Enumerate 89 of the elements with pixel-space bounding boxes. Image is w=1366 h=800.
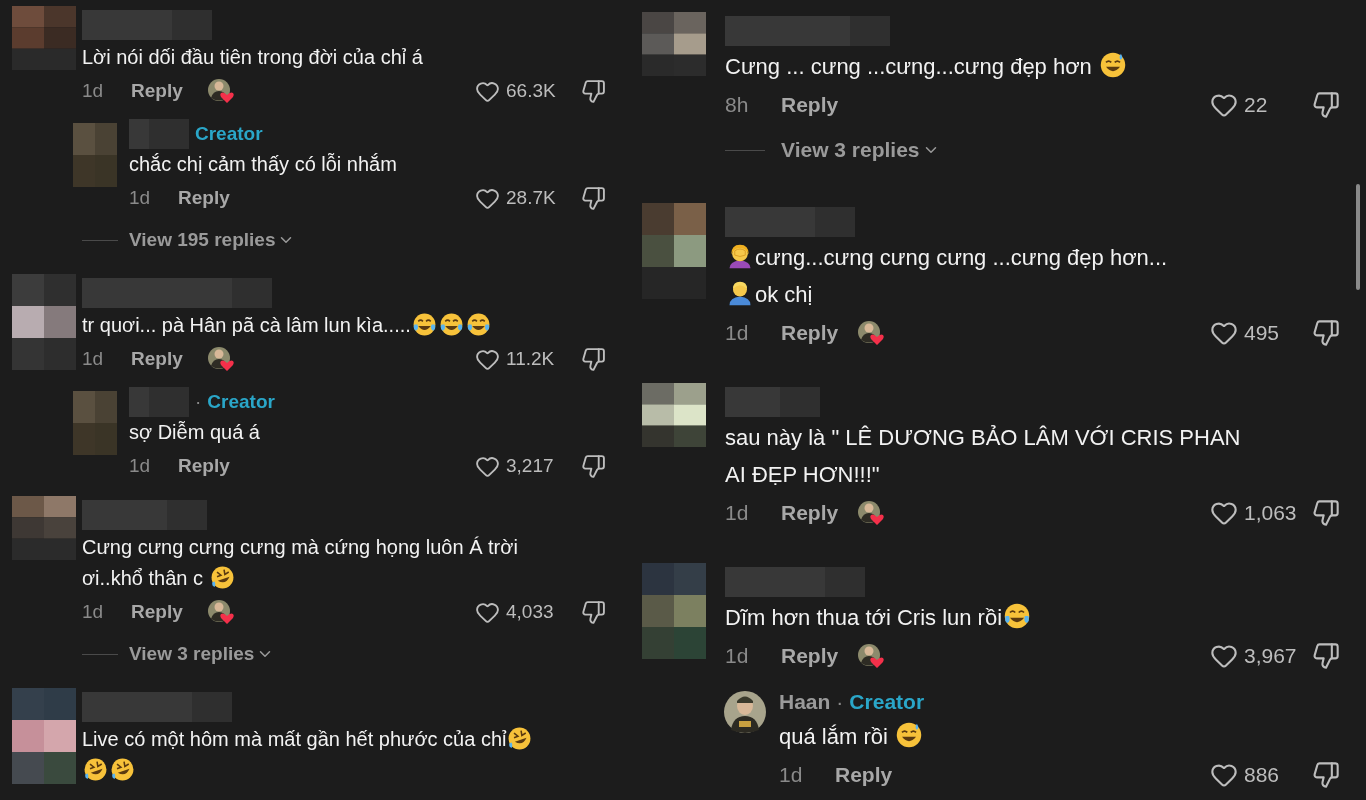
like-button[interactable]: 11.2K — [475, 344, 581, 374]
creator-liked-icon — [207, 599, 235, 625]
like-button[interactable]: 22 — [1210, 89, 1312, 121]
view-replies-button[interactable]: View 195 replies — [129, 225, 296, 255]
creator-liked-icon — [857, 643, 885, 669]
laughing-tears-emoji — [438, 312, 464, 337]
view-replies-button[interactable]: View 3 replies — [129, 639, 275, 669]
comment-text: quá lắm rồi — [779, 717, 1340, 755]
reply-button[interactable]: Reply — [178, 183, 254, 213]
dislike-button[interactable] — [581, 78, 606, 104]
dislike-button[interactable] — [1312, 760, 1340, 789]
thumbs-down-icon — [1312, 91, 1340, 119]
like-button[interactable]: 886 — [1210, 758, 1312, 791]
timestamp: 1d — [725, 643, 750, 670]
dislike-button[interactable] — [1312, 499, 1340, 527]
comment-text: tr quơi... pà Hân pã cà lâm lun kìa..... — [82, 310, 606, 341]
reply-button[interactable]: Reply — [781, 640, 857, 672]
reply-button[interactable]: Reply — [835, 758, 911, 791]
like-button[interactable]: 4,033 — [475, 597, 581, 627]
sweat-smile-emoji — [1098, 51, 1127, 79]
dislike-button[interactable] — [581, 346, 606, 372]
laughing-tears-emoji — [411, 312, 437, 337]
creator-liked-icon — [857, 500, 885, 526]
creator-liked-icon — [207, 346, 235, 372]
thumbs-down-icon — [581, 78, 606, 104]
like-button[interactable]: 1,063 — [1210, 497, 1312, 529]
dislike-button[interactable] — [581, 599, 606, 625]
timestamp: 1d — [129, 453, 152, 478]
like-button[interactable]: 495 — [1210, 317, 1312, 349]
separator: · — [836, 689, 844, 715]
comment-text: Cưng cưng cưng cưng mà cứng họng luôn Á trời ơi..khổ thân c — [82, 535, 519, 592]
dislike-button[interactable] — [581, 185, 606, 211]
rolling-laughing-emoji — [209, 565, 235, 590]
thumbs-down-icon — [581, 346, 606, 372]
comment-text: Dĩm hơn thua tới Cris lun rồi — [725, 599, 1340, 636]
reply-button[interactable]: Reply — [781, 89, 857, 121]
timestamp: 1d — [725, 500, 750, 527]
reply-button[interactable]: Reply — [781, 497, 857, 529]
like-button[interactable]: 66.3K — [475, 76, 581, 106]
timestamp: 1d — [779, 761, 804, 788]
like-button[interactable]: 3,217 — [475, 451, 581, 481]
like-button[interactable]: 28.7K — [475, 183, 581, 213]
dislike-button[interactable] — [1312, 642, 1340, 670]
view-replies-button[interactable]: View 3 replies — [781, 134, 940, 166]
rolling-laughing-emoji — [83, 757, 108, 782]
separator: · — [195, 389, 202, 414]
redacted-username — [129, 387, 189, 417]
thumbs-down-icon — [581, 453, 606, 479]
comment-text: Lời nói dối đầu tiên trong đời của chỉ á — [82, 45, 424, 70]
creator-label: Creator — [849, 689, 925, 715]
timestamp: 1d — [82, 78, 105, 103]
thumbs-down-icon — [1312, 642, 1340, 670]
redacted-username — [129, 119, 189, 149]
comment-text: chắc chị cảm thấy có lỗi nhắm — [129, 152, 398, 177]
thumbs-down-icon — [1312, 760, 1340, 789]
scrollbar[interactable] — [1356, 184, 1360, 290]
laughing-tears-emoji — [1003, 602, 1032, 630]
dislike-button[interactable] — [581, 453, 606, 479]
username: Haan — [779, 689, 831, 715]
timestamp: 1d — [82, 346, 105, 371]
rolling-laughing-emoji — [507, 726, 533, 751]
thumbs-down-icon — [581, 599, 606, 625]
creator-liked-icon — [857, 320, 885, 346]
comment-text: sợ Diễm quá á — [129, 420, 261, 445]
reply-button[interactable]: Reply — [781, 317, 857, 349]
rolling-laughing-emoji — [110, 757, 135, 782]
sweat-smile-emoji — [894, 720, 923, 749]
dislike-button[interactable] — [1312, 91, 1340, 119]
timestamp: 1d — [725, 320, 750, 347]
creator-liked-icon — [207, 78, 235, 104]
thumbs-down-icon — [1312, 499, 1340, 527]
reply-button[interactable]: Reply — [131, 597, 207, 627]
reply-button[interactable]: Reply — [178, 451, 254, 481]
comment-text: Cưng ... cưng ...cưng...cưng đẹp hơn — [725, 48, 1340, 85]
comment-text: Live có một hôm mà mất gần hết phước của chỉ — [82, 724, 606, 786]
dislike-button[interactable] — [1312, 319, 1340, 347]
timestamp: 1d — [82, 599, 105, 624]
timestamp: 1d — [129, 185, 152, 210]
comment-text: sau này là " LÊ DƯƠNG BẢO LÂM VỚI CRIS PHAN AI ĐẸP HƠN!!!" — [725, 424, 1242, 489]
timestamp: 8h — [725, 92, 750, 119]
laughing-tears-emoji — [465, 312, 491, 337]
reply-button[interactable]: Reply — [131, 344, 207, 374]
like-button[interactable]: 3,967 — [1210, 640, 1312, 672]
creator-label: Creator — [195, 121, 263, 146]
comment-text: cưng...cưng cưng cưng ...cưng đẹp hơn... ok chị — [725, 239, 1340, 313]
thumbs-down-icon — [581, 185, 606, 211]
thumbs-down-icon — [1312, 319, 1340, 347]
creator-label: Creator — [207, 389, 275, 414]
reply-button[interactable]: Reply — [131, 76, 207, 106]
